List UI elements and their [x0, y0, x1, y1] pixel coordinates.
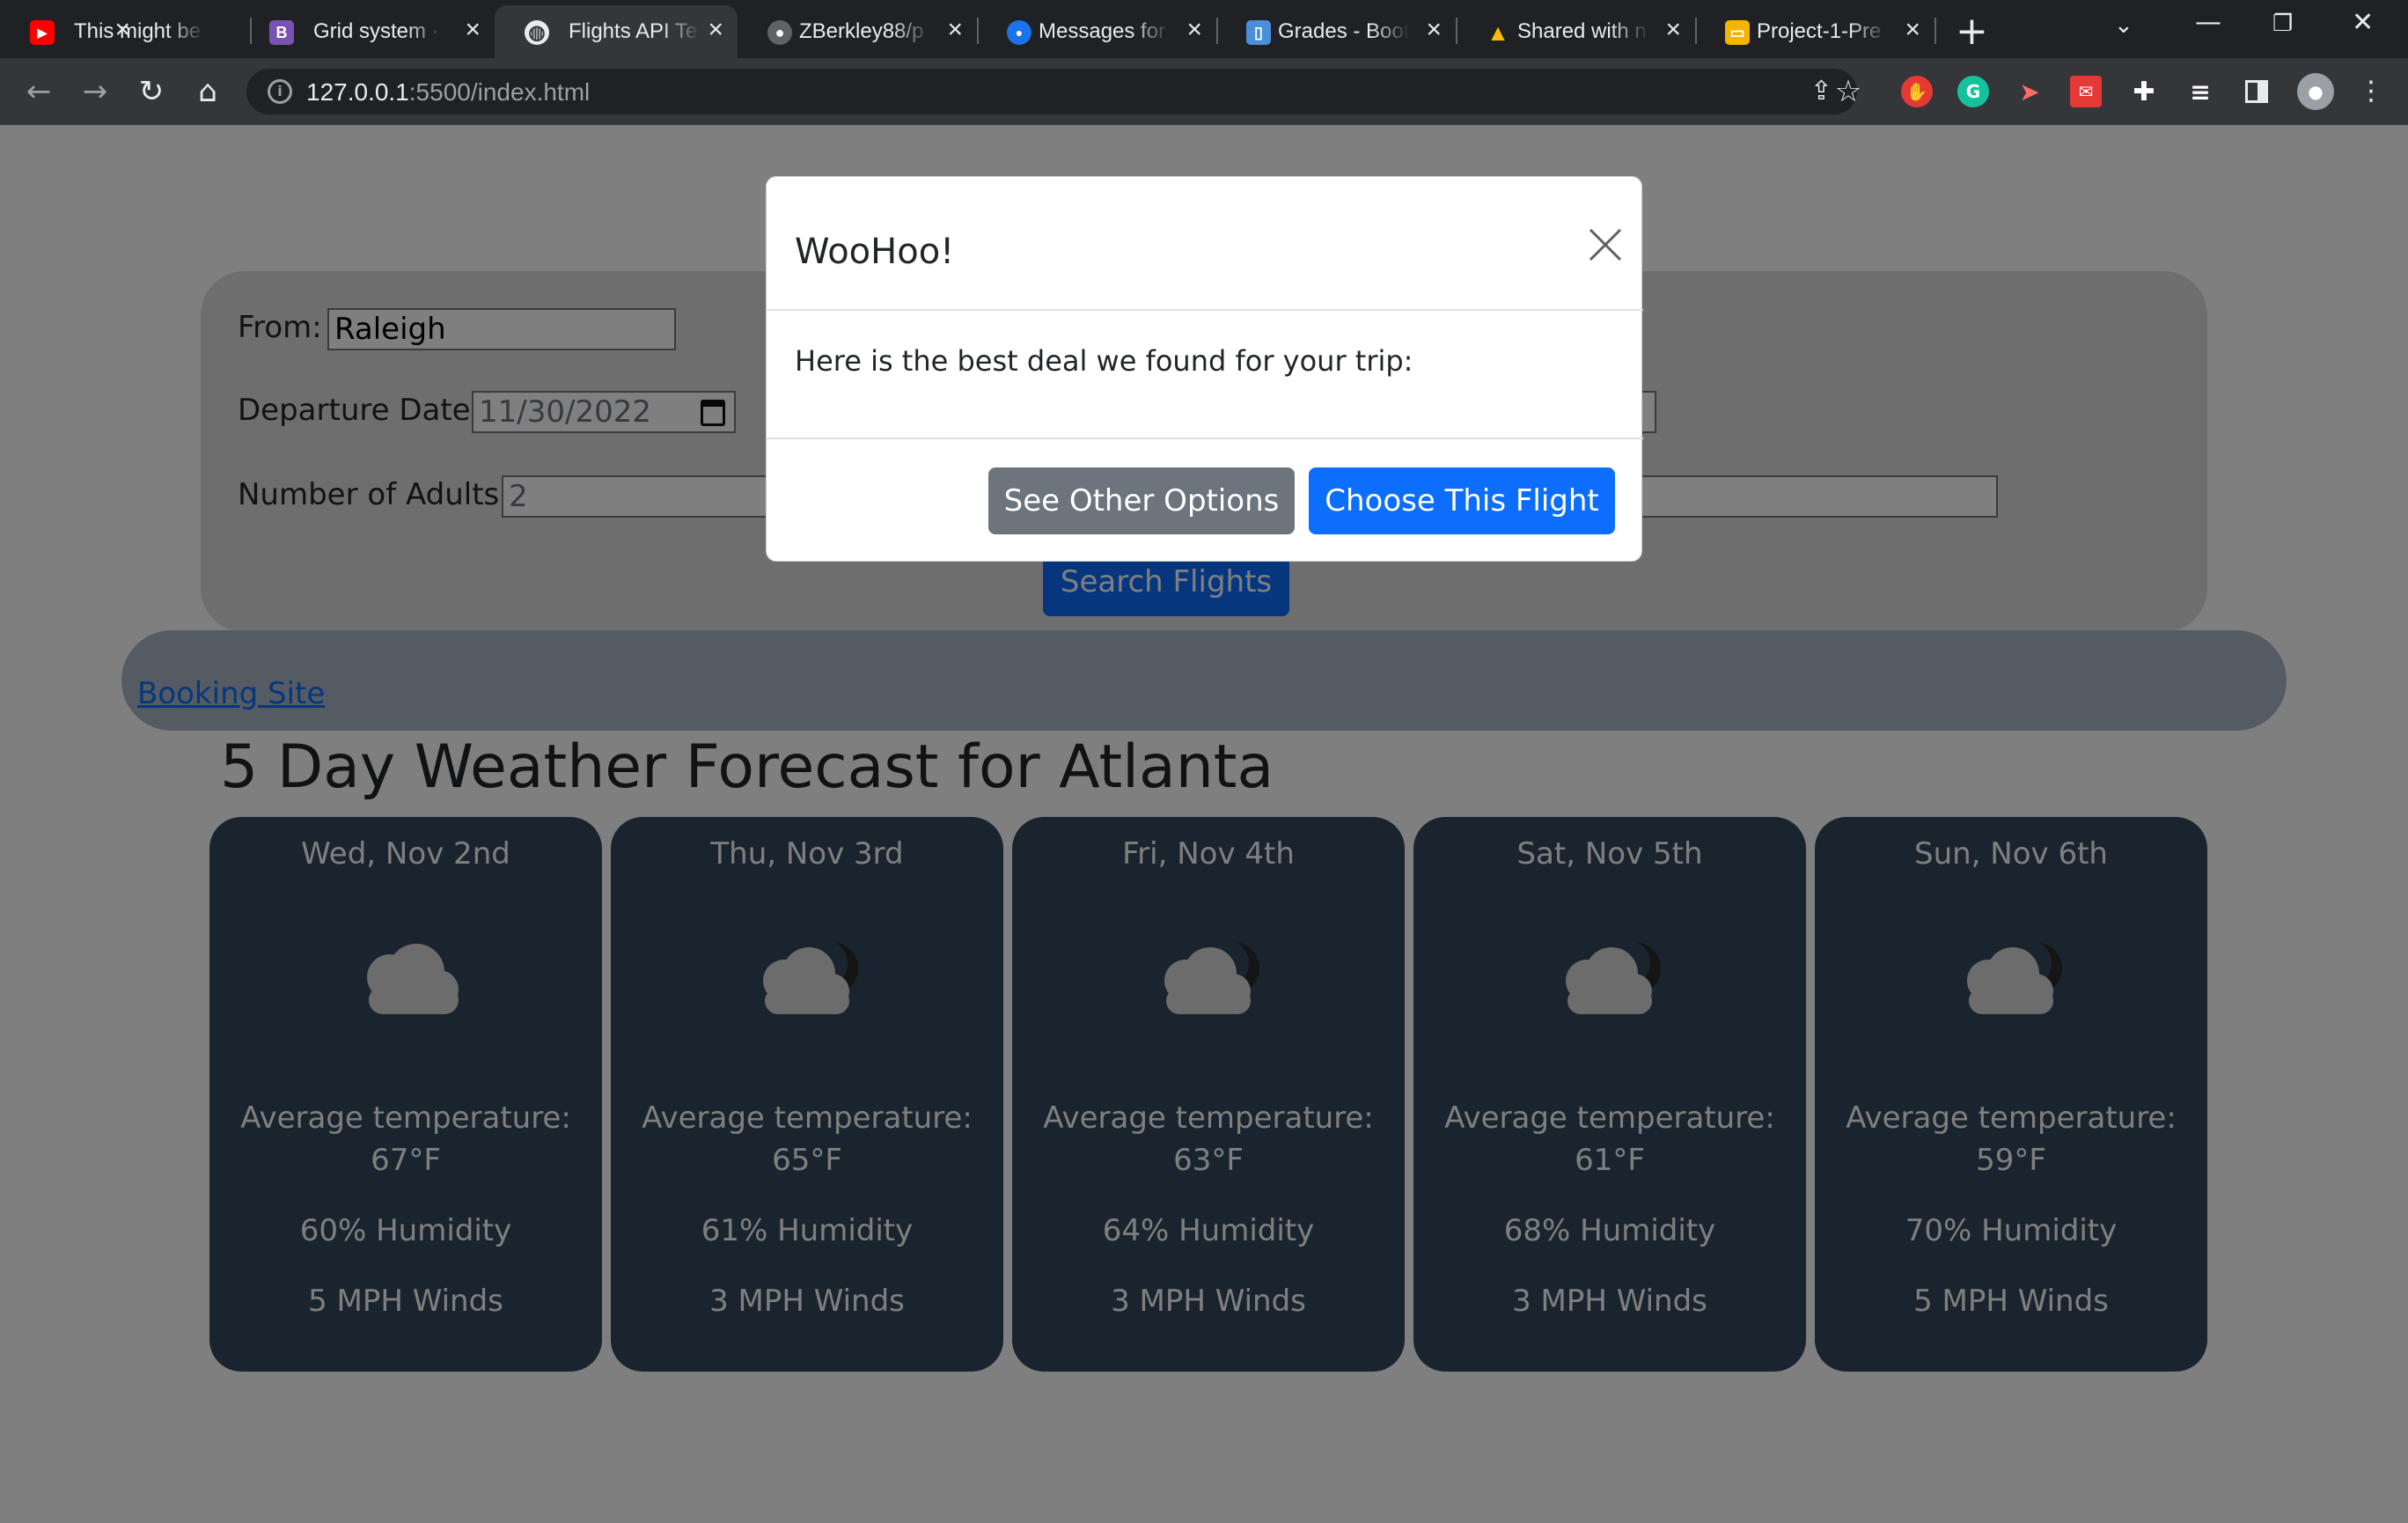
forward-icon[interactable]: → — [77, 74, 113, 109]
tab-messages[interactable]: ● Messages for × — [977, 5, 1216, 58]
drive-icon: ▲ — [1487, 18, 1509, 46]
close-icon[interactable]: × — [708, 15, 723, 45]
modal-title: WooHoo! — [795, 232, 955, 272]
new-tab-button[interactable]: + — [1956, 9, 1988, 54]
adblock-extension-icon[interactable]: ✋ — [1901, 76, 1933, 107]
tab-title: Grades - Boot — [1278, 19, 1410, 43]
extensions-puzzle-icon[interactable]: ✚ — [2128, 76, 2160, 107]
home-icon[interactable]: ⌂ — [190, 74, 225, 109]
close-icon[interactable]: × — [465, 15, 481, 45]
modal-message: Here is the best deal we found for your … — [795, 344, 1413, 378]
youtube-icon: ▶ — [30, 20, 55, 45]
tab-title: ZBerkley88/p — [799, 19, 924, 43]
grades-icon: ▯ — [1246, 20, 1271, 45]
side-panel-icon[interactable] — [2241, 76, 2272, 107]
tab-search-icon[interactable]: ⌄ — [2114, 12, 2133, 39]
tab-strip: ▶ This might be × B Grid system · × ◍ Fl… — [0, 0, 2408, 58]
tab-title: Messages for — [1039, 19, 1166, 43]
minimize-icon[interactable]: — — [2195, 7, 2221, 38]
browser-toolbar: ← → ↻ ⌂ i 127.0.0.1:5500/index.html ⇪ ☆ … — [0, 58, 2408, 125]
tab-title: Grid system · — [313, 19, 439, 43]
close-icon[interactable]: × — [1426, 15, 1442, 45]
see-other-options-button[interactable]: See Other Options — [988, 467, 1295, 534]
tab-grades[interactable]: ▯ Grades - Boot × — [1216, 5, 1456, 58]
restore-icon[interactable]: ❐ — [2272, 11, 2293, 37]
close-icon[interactable] — [1583, 223, 1627, 267]
tab-title: Shared with n — [1517, 19, 1647, 43]
screencast-extension-icon[interactable]: ➤ — [2014, 76, 2045, 107]
tab-drive[interactable]: ▲ Shared with n × — [1456, 5, 1695, 58]
address-bar[interactable]: i 127.0.0.1:5500/index.html ⇪ — [246, 69, 1857, 114]
tab-github[interactable]: ● ZBerkley88/p × — [738, 5, 977, 58]
gmail-extension-icon[interactable]: ✉ — [2070, 76, 2102, 107]
tab-separator — [1934, 18, 1936, 44]
close-icon[interactable]: × — [114, 15, 130, 45]
close-icon[interactable]: × — [947, 15, 963, 45]
url-text[interactable]: 127.0.0.1:5500/index.html — [306, 78, 590, 107]
reload-icon[interactable]: ↻ — [134, 74, 169, 109]
grammarly-extension-icon[interactable]: G — [1957, 76, 1989, 107]
modal-header: WooHoo! — [767, 177, 1643, 311]
globe-icon: ◍ — [525, 20, 549, 45]
flight-deal-modal: WooHoo! Here is the best deal we found f… — [766, 176, 1643, 562]
tab-title: Project-1-Pre — [1757, 19, 1882, 43]
close-icon[interactable]: × — [1905, 15, 1920, 45]
bookmark-star-icon[interactable]: ☆ — [1831, 74, 1866, 109]
tab-title: Flights API Te — [569, 19, 698, 43]
tab-title: This might be — [74, 19, 202, 43]
close-icon[interactable]: × — [1186, 15, 1202, 45]
slides-icon: ▭ — [1725, 20, 1750, 45]
tab-youtube[interactable]: ▶ This might be × — [0, 5, 201, 58]
url-host: 127.0.0.1 — [306, 78, 409, 106]
menu-kebab-icon[interactable]: ⋮ — [2353, 74, 2389, 109]
tab-project[interactable]: ▭ Project-1-Pre × — [1695, 5, 1934, 58]
tab-bootstrap[interactable]: B Grid system · × — [239, 5, 495, 58]
window-close-icon[interactable]: ✕ — [2352, 7, 2374, 38]
choose-this-flight-button[interactable]: Choose This Flight — [1309, 467, 1615, 534]
media-queue-icon[interactable]: ≡ — [2184, 76, 2216, 107]
github-icon: ● — [767, 20, 792, 45]
profile-avatar[interactable]: ● — [2297, 73, 2334, 110]
modal-body: Here is the best deal we found for your … — [767, 311, 1643, 439]
site-info-icon[interactable]: i — [268, 79, 292, 104]
tab-flights-api[interactable]: ◍ Flights API Te × — [495, 5, 738, 58]
url-path: :5500/index.html — [408, 78, 591, 106]
messages-icon: ● — [1007, 20, 1031, 45]
share-icon[interactable]: ⇪ — [1810, 76, 1832, 107]
back-icon[interactable]: ← — [21, 74, 56, 109]
close-icon[interactable]: × — [1665, 15, 1681, 45]
bootstrap-icon: B — [269, 20, 294, 45]
